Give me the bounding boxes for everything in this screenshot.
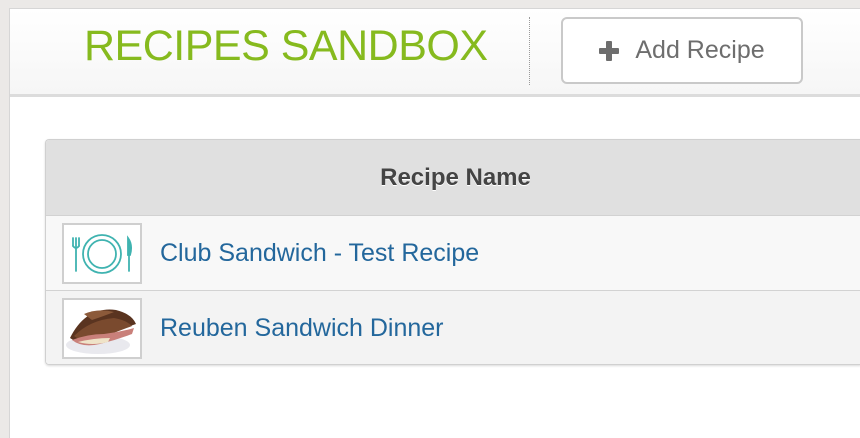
reuben-sandwich-photo bbox=[64, 299, 140, 357]
add-recipe-label: Add Recipe bbox=[635, 36, 765, 64]
app-title: RECIPES SANDBOX bbox=[84, 22, 488, 70]
header-divider bbox=[529, 17, 530, 85]
add-recipe-button[interactable]: Add Recipe bbox=[561, 17, 803, 84]
recipe-link[interactable]: Reuben Sandwich Dinner bbox=[160, 314, 444, 343]
plate-cutlery-icon bbox=[72, 233, 133, 274]
recipe-thumbnail[interactable] bbox=[62, 222, 142, 284]
table-header: Recipe Name bbox=[46, 140, 860, 215]
recipe-table: Recipe Name Club Sandwich - Test Recipe … bbox=[45, 139, 860, 365]
recipe-link[interactable]: Club Sandwich - Test Recipe bbox=[160, 239, 479, 268]
app-frame: RECIPES SANDBOX Add Recipe Recipe Name C… bbox=[9, 8, 860, 438]
plus-icon bbox=[599, 40, 620, 61]
table-row[interactable]: Club Sandwich - Test Recipe bbox=[46, 215, 860, 290]
app-header: RECIPES SANDBOX Add Recipe bbox=[10, 9, 860, 97]
column-header-recipe-name: Recipe Name bbox=[380, 163, 531, 191]
table-row[interactable]: Reuben Sandwich Dinner bbox=[46, 290, 860, 364]
recipe-thumbnail[interactable] bbox=[62, 297, 142, 359]
